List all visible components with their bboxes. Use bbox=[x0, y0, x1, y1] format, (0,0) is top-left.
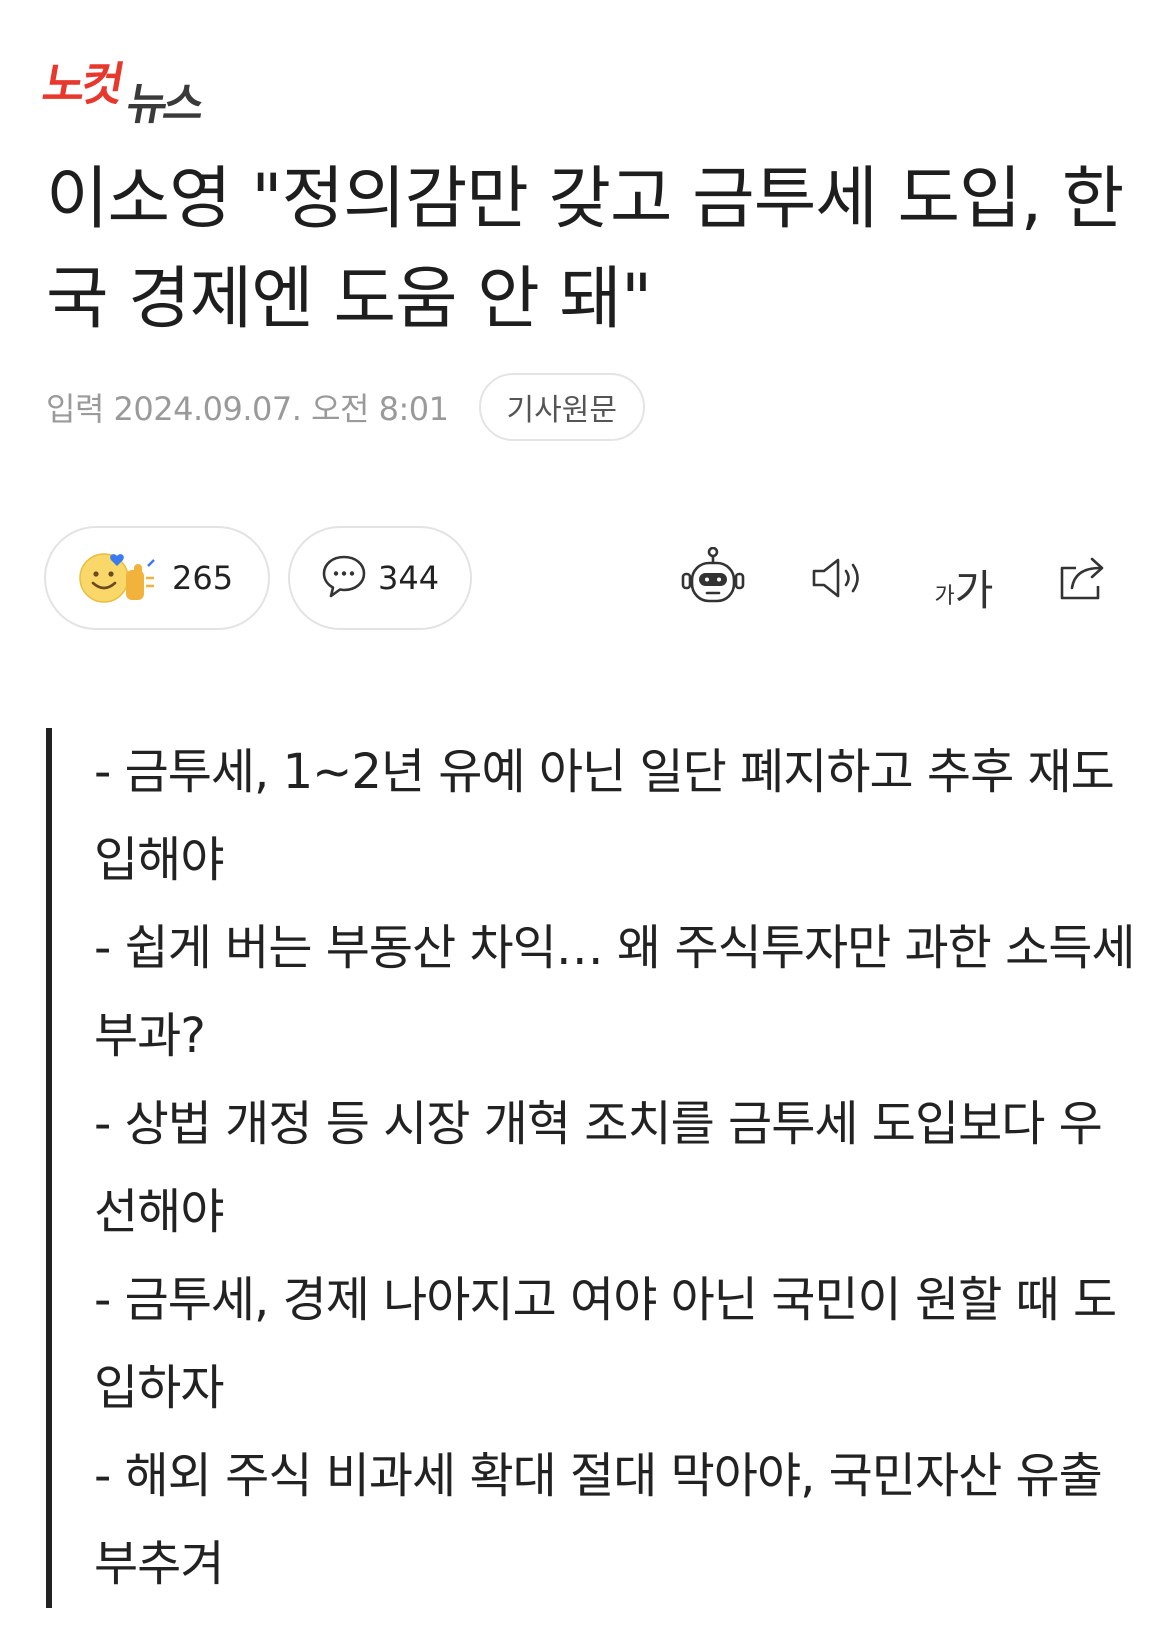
original-article-button[interactable]: 기사원문 bbox=[478, 373, 645, 441]
logo-part-b: 뉴스 bbox=[122, 79, 205, 130]
smile-emoji-reaction-icon bbox=[76, 546, 162, 610]
summary-bot-button[interactable] bbox=[678, 546, 748, 613]
summary-item: - 해외 주식 비과세 확대 절대 막아야, 국민자산 유출 부추겨 bbox=[94, 1448, 1103, 1592]
publish-date: 입력 2024.09.07. 오전 8:01 bbox=[46, 390, 449, 428]
comment-count: 344 bbox=[378, 559, 440, 597]
article-headline: 이소영 "정의감만 갖고 금투세 도입, 한국 경제엔 도움 안 돼" bbox=[46, 160, 1124, 339]
summary-item: - 금투세, 경제 나아지고 여야 아닌 국민이 원할 때 도입하자 bbox=[94, 1272, 1117, 1416]
font-size-small-label: 가 bbox=[934, 584, 955, 609]
share-icon bbox=[1054, 552, 1112, 608]
summary-item: - 상법 개정 등 시장 개혁 조치를 금투세 도입보다 우선해야 bbox=[94, 1096, 1103, 1240]
speech-bubble-icon bbox=[320, 552, 368, 604]
font-size-big-label: 가 bbox=[954, 566, 994, 615]
audio-button[interactable] bbox=[802, 548, 872, 612]
logo-part-a: 노컷 bbox=[38, 57, 125, 111]
share-button[interactable] bbox=[1048, 548, 1118, 612]
comment-button[interactable]: 344 bbox=[288, 526, 472, 630]
summary-item: - 쉽게 버는 부동산 차익… 왜 주식투자만 과한 소득세 부과? bbox=[94, 920, 1136, 1064]
article-summary: - 금투세, 1~2년 유예 아닌 일단 폐지하고 추후 재도입해야 - 쉽게 … bbox=[46, 728, 1136, 1608]
speaker-icon bbox=[808, 554, 866, 606]
robot-icon bbox=[680, 546, 746, 613]
reaction-button[interactable]: 265 bbox=[44, 526, 270, 630]
article-meta: 입력 2024.09.07. 오전 8:01 기사원문 bbox=[46, 372, 645, 442]
news-logo[interactable]: 노컷 뉴스 bbox=[39, 44, 234, 130]
reaction-count: 265 bbox=[172, 559, 234, 597]
summary-item: - 금투세, 1~2년 유예 아닌 일단 폐지하고 추후 재도입해야 bbox=[94, 744, 1115, 888]
font-size-button[interactable]: 가 가 bbox=[924, 548, 1004, 612]
